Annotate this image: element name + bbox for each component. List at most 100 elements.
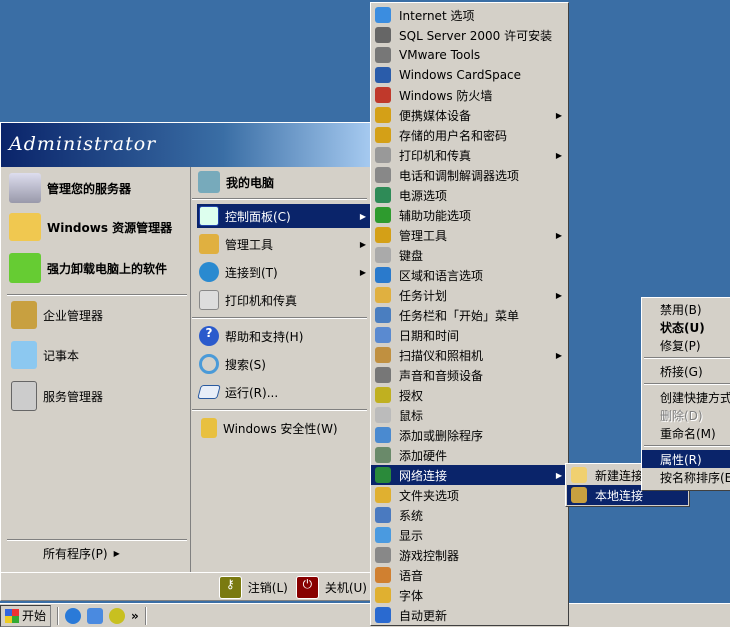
- control-panel-item[interactable]: 网络连接 ▶: [371, 465, 568, 485]
- item-label: 管理工具: [399, 228, 448, 243]
- control-panel-item[interactable]: 文件夹选项: [371, 485, 568, 505]
- control-panel-item[interactable]: VMware Tools: [371, 45, 568, 65]
- key-icon: ⚷: [218, 575, 242, 599]
- item-label: 管理工具: [225, 237, 274, 252]
- control-panel-item[interactable]: Windows 防火墙: [371, 85, 568, 105]
- recent-enterprise-manager[interactable]: 企业管理器: [11, 301, 103, 329]
- control-panel-item-icon: [375, 87, 391, 103]
- windows-security[interactable]: Windows 安全性(W): [201, 416, 338, 440]
- arrow-right-icon: ▶: [359, 239, 366, 249]
- control-panel-item[interactable]: 日期和时间: [371, 325, 568, 345]
- control-panel-item-icon: [375, 307, 391, 323]
- control-panel-item[interactable]: 任务栏和「开始」菜单: [371, 305, 568, 325]
- control-panel-item[interactable]: 语音: [371, 565, 568, 585]
- item-label: 强力卸载电脑上的软件: [47, 261, 168, 276]
- control-panel-item[interactable]: 显示: [371, 525, 568, 545]
- item-label: 电源选项: [399, 188, 448, 203]
- control-panel-item-icon: [375, 427, 391, 443]
- control-panel-item[interactable]: 添加或删除程序: [371, 425, 568, 445]
- arrow-right-icon: ▶: [359, 211, 366, 221]
- search-icon: [199, 354, 219, 374]
- control-panel-item[interactable]: 区域和语言选项: [371, 265, 568, 285]
- control-panel-item[interactable]: 声音和音频设备: [371, 365, 568, 385]
- divider: [192, 317, 367, 319]
- control-panel-item[interactable]: 添加硬件: [371, 445, 568, 465]
- control-panel-item-icon: [375, 67, 391, 83]
- control-panel-item[interactable]: 管理工具 ▶: [371, 225, 568, 245]
- pinned-windows-explorer[interactable]: Windows 资源管理器: [9, 213, 172, 241]
- item-label: 区域和语言选项: [399, 268, 484, 283]
- control-panel-item[interactable]: 键盘: [371, 245, 568, 265]
- pinned-manage-server[interactable]: 管理您的服务器: [9, 173, 131, 203]
- control-panel-item[interactable]: 游戏控制器: [371, 545, 568, 565]
- item-label: 新建连接: [595, 468, 644, 483]
- control-panel-item[interactable]: SQL Server 2000 许可安装: [371, 25, 568, 45]
- windows-logo-icon: [5, 608, 19, 623]
- lan-icon: [571, 487, 587, 503]
- item-label: 存储的用户名和密码: [399, 128, 508, 143]
- control-panel-item[interactable]: Internet 选项: [371, 5, 568, 25]
- control-panel-item[interactable]: 存储的用户名和密码: [371, 125, 568, 145]
- control-panel-item[interactable]: 便携媒体设备 ▶: [371, 105, 568, 125]
- control-panel-item[interactable]: 自动更新: [371, 605, 568, 625]
- control-panel-item[interactable]: 鼠标: [371, 405, 568, 425]
- all-programs[interactable]: 所有程序(P) ▶: [43, 545, 120, 562]
- control-panel-item[interactable]: 打印机和传真 ▶: [371, 145, 568, 165]
- ie-icon[interactable]: [65, 607, 82, 624]
- logoff-button[interactable]: ⚷ 注销(L): [218, 575, 288, 599]
- divider: [57, 606, 60, 625]
- start-button[interactable]: 开始: [0, 604, 52, 627]
- item-label: Internet 选项: [399, 8, 475, 23]
- recent-service-manager[interactable]: 服务管理器: [11, 381, 103, 411]
- context-menu-item[interactable]: 修复(P): [642, 336, 730, 354]
- context-menu-item[interactable]: 桥接(G): [642, 362, 730, 380]
- help-and-support[interactable]: ? 帮助和支持(H): [199, 324, 303, 348]
- control-panel-item[interactable]: 辅助功能选项: [371, 205, 568, 225]
- context-menu-item[interactable]: 属性(R): [642, 450, 730, 468]
- item-label: VMware Tools: [399, 48, 481, 62]
- context-menu-item[interactable]: 重命名(M): [642, 424, 730, 442]
- my-computer[interactable]: 我的电脑: [198, 169, 274, 195]
- arrow-right-icon: ▶: [555, 150, 562, 160]
- context-menu-item[interactable]: 禁用(B): [642, 300, 730, 318]
- control-panel-item-icon: [375, 467, 391, 483]
- control-panel-item-icon: [375, 227, 391, 243]
- context-menu-item[interactable]: 删除(D): [642, 406, 730, 424]
- add-icon[interactable]: [109, 607, 126, 624]
- arrow-right-icon: ▶: [555, 350, 562, 360]
- connect-to[interactable]: 连接到(T) ▶: [199, 260, 372, 284]
- context-menu-item[interactable]: 状态(U): [642, 318, 730, 336]
- shutdown-button[interactable]: ⏻ 关机(U): [295, 575, 367, 599]
- control-panel-item[interactable]: 电源选项: [371, 185, 568, 205]
- control-panel-item[interactable]: 字体: [371, 585, 568, 605]
- item-label: 搜索(S): [225, 357, 266, 372]
- item-label: 辅助功能选项: [399, 208, 472, 223]
- computer-icon: [198, 171, 220, 193]
- run[interactable]: 运行(R)...: [197, 380, 278, 404]
- pinned-uninstall[interactable]: 强力卸载电脑上的软件: [9, 253, 167, 283]
- chevron-icon[interactable]: »: [131, 609, 139, 623]
- control-panel-item[interactable]: Windows CardSpace: [371, 65, 568, 85]
- item-label: Windows 资源管理器: [47, 220, 173, 235]
- control-panel-item[interactable]: 扫描仪和照相机 ▶: [371, 345, 568, 365]
- control-panel-item[interactable]: 电话和调制解调器选项: [371, 165, 568, 185]
- control-panel-item[interactable]: 系统: [371, 505, 568, 525]
- control-panel-item-icon: [375, 327, 391, 343]
- admin-tools[interactable]: 管理工具 ▶: [199, 232, 372, 256]
- context-menu-item[interactable]: 创建快捷方式: [642, 388, 730, 406]
- context-menu-item[interactable]: 按名称排序(E): [642, 468, 730, 486]
- recent-notepad[interactable]: 记事本: [11, 341, 79, 369]
- outlook-icon[interactable]: [87, 607, 104, 624]
- item-label: 便携媒体设备: [399, 108, 472, 123]
- divider: [644, 383, 730, 385]
- control-panel-item-icon: [375, 147, 391, 163]
- lock-icon: [201, 418, 217, 438]
- control-panel-item[interactable]: 授权: [371, 385, 568, 405]
- printers-and-faxes[interactable]: 打印机和传真: [199, 288, 297, 312]
- arrow-right-icon: ▶: [555, 470, 562, 480]
- control-panel-item[interactable]: 任务计划 ▶: [371, 285, 568, 305]
- search[interactable]: 搜索(S): [199, 352, 266, 376]
- item-label: 语音: [399, 568, 424, 583]
- control-panel[interactable]: 控制面板(C) ▶: [197, 204, 372, 228]
- item-label: Windows 防火墙: [399, 88, 493, 103]
